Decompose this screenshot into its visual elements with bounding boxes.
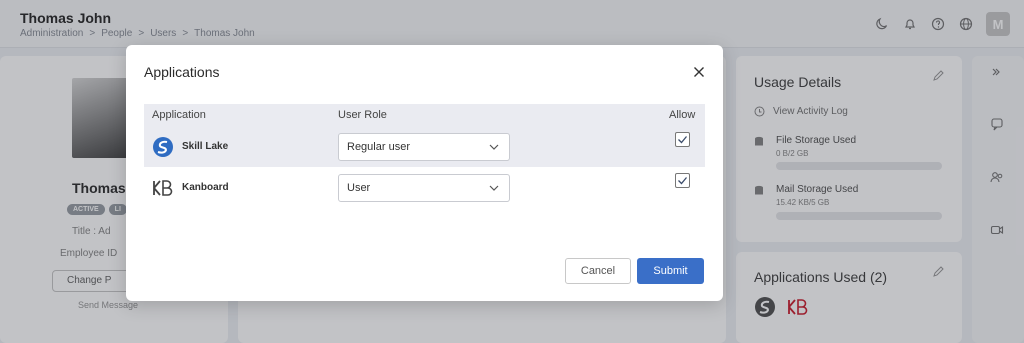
chevron-down-icon [489, 144, 499, 150]
user-role-value: Regular user [347, 141, 410, 153]
checkmark-icon [678, 136, 687, 144]
column-header-user-role: User Role [338, 109, 387, 121]
chevron-down-icon [489, 185, 499, 191]
application-name: Skill Lake [182, 141, 229, 152]
modal-title: Applications [144, 64, 220, 80]
table-row: Skill Lake Regular user [144, 126, 705, 167]
table-header: Application User Role Allow [144, 104, 705, 126]
kanboard-logo-icon [152, 177, 174, 199]
user-role-value: User [347, 182, 371, 194]
applications-table: Application User Role Allow Skill Lake R… [144, 104, 705, 208]
close-icon[interactable] [691, 64, 707, 80]
column-header-allow: Allow [669, 109, 696, 121]
checkmark-icon [678, 177, 687, 185]
column-header-application: Application [152, 109, 206, 121]
allow-checkbox[interactable] [675, 173, 690, 188]
user-role-select[interactable]: Regular user [338, 133, 510, 161]
applications-modal: Applications Application User Role Allow… [126, 45, 723, 301]
user-role-select[interactable]: User [338, 174, 510, 202]
skill-lake-logo-icon [152, 136, 174, 158]
cancel-button[interactable]: Cancel [565, 258, 631, 284]
table-row: Kanboard User [144, 167, 705, 208]
application-name: Kanboard [182, 182, 229, 193]
application-cell: Skill Lake [152, 126, 228, 167]
application-cell: Kanboard [152, 167, 229, 208]
allow-checkbox[interactable] [675, 132, 690, 147]
submit-button[interactable]: Submit [637, 258, 704, 284]
